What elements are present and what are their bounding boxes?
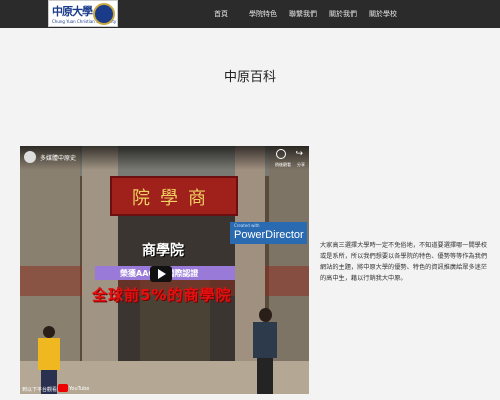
video-sign-text: 院學商 bbox=[132, 188, 216, 209]
logo-text: 中原大學 bbox=[52, 5, 93, 18]
university-logo[interactable]: 中原大學 Chung Yuan Christian University bbox=[48, 0, 118, 27]
share-icon[interactable]: ↪ bbox=[295, 149, 303, 159]
video-red-caption: 全球前5%的商學院 bbox=[92, 286, 232, 304]
nav-item-contact[interactable]: 聯繫我們 bbox=[289, 9, 317, 19]
youtube-icon[interactable] bbox=[58, 384, 68, 392]
watch-later-label[interactable]: 稍後觀看 bbox=[275, 162, 291, 168]
nav-item-home[interactable]: 首頁 bbox=[214, 9, 228, 19]
powerdirector-text: PowerDirector bbox=[234, 229, 304, 241]
nav-item-about-school[interactable]: 關於學校 bbox=[369, 9, 397, 19]
watch-on-platform-text[interactable]: 到以下平台觀看 bbox=[22, 386, 57, 393]
play-icon bbox=[158, 269, 166, 279]
university-seal-icon bbox=[93, 3, 115, 25]
nav-item-college-features[interactable]: 學院特色 bbox=[249, 9, 277, 19]
youtube-label[interactable]: YouTube bbox=[69, 386, 89, 392]
video-headline: 商學院 bbox=[142, 243, 184, 259]
top-navbar: 中原大學 Chung Yuan Christian University 首頁 … bbox=[0, 0, 500, 28]
video-person-right bbox=[250, 308, 280, 394]
nav-item-about-us[interactable]: 關於我們 bbox=[329, 9, 357, 19]
channel-avatar-icon[interactable] bbox=[24, 151, 36, 163]
video-building-sign: 院學商 bbox=[110, 176, 238, 216]
watch-later-icon[interactable] bbox=[276, 149, 286, 159]
page-title: 中原百科 bbox=[223, 70, 276, 85]
video-top-bar: 多媒體中原史 ↪ 稍後觀看 分享 bbox=[20, 146, 309, 170]
share-label[interactable]: 分享 bbox=[297, 162, 305, 168]
site-description: 大家高三選擇大學時一定不免俗地，不知道要選擇哪一間學校或是系所，所以我們想要以各… bbox=[320, 242, 488, 282]
powerdirector-small: Created with bbox=[234, 223, 260, 228]
video-title[interactable]: 多媒體中原史 bbox=[40, 153, 76, 162]
